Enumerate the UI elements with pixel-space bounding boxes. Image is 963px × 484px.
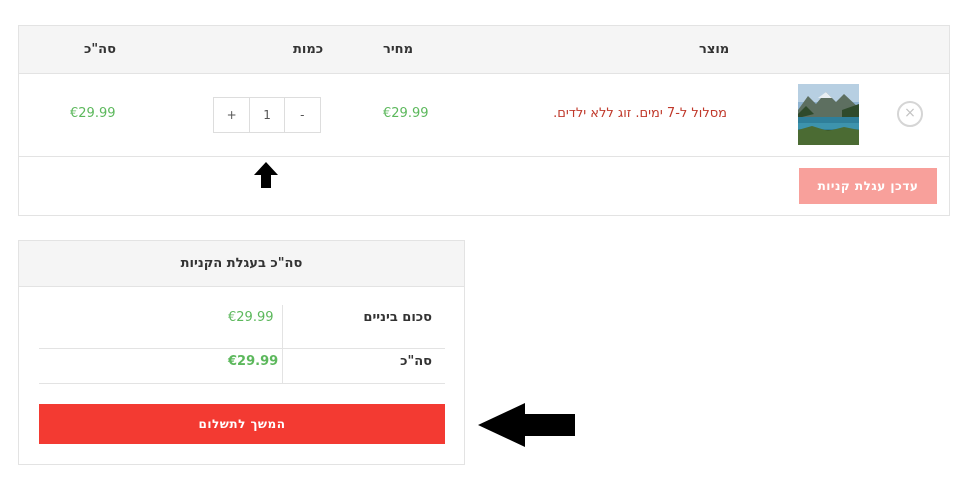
product-thumbnail[interactable] (798, 84, 859, 145)
total-label: סה"כ (400, 354, 432, 369)
product-subtotal: €29.99 (70, 106, 116, 121)
header-subtotal: סה"כ (84, 42, 116, 57)
subtotal-value: €29.99 (228, 310, 274, 325)
total-value: €29.99 (228, 354, 279, 369)
row-divider (19, 156, 949, 157)
lake-landscape-image (798, 84, 859, 145)
cart-table: מוצר מחיר כמות סה"כ × מסלול ל-7 ימים. זו… (18, 25, 950, 216)
close-icon: × (904, 105, 916, 121)
totals-column-divider (282, 305, 283, 384)
proceed-to-checkout-button[interactable]: המשך לתשלום (39, 404, 445, 444)
remove-item-button[interactable]: × (897, 101, 923, 127)
cart-totals-title: סה"כ בעגלת הקניות (19, 241, 464, 287)
product-price: €29.99 (383, 106, 429, 121)
quantity-input[interactable]: 1 (249, 98, 285, 132)
quantity-stepper: + 1 - (213, 97, 321, 133)
cart-totals-panel: סה"כ בעגלת הקניות סכום ביניים €29.99 סה"… (18, 240, 465, 465)
header-price: מחיר (383, 42, 413, 57)
subtotal-label: סכום ביניים (363, 310, 432, 325)
product-name-link[interactable]: מסלול ל-7 ימים. זוג ללא ילדים. (553, 106, 727, 121)
quantity-decrease-button[interactable]: - (285, 98, 320, 132)
arrow-up-icon (254, 162, 278, 188)
update-cart-button[interactable]: עדכן עגלת קניות (799, 168, 937, 204)
cart-table-header: מוצר מחיר כמות סה"כ (19, 26, 949, 74)
quantity-increase-button[interactable]: + (214, 98, 249, 132)
arrow-left-icon (478, 403, 575, 447)
header-quantity: כמות (293, 42, 324, 57)
header-product: מוצר (699, 42, 730, 57)
